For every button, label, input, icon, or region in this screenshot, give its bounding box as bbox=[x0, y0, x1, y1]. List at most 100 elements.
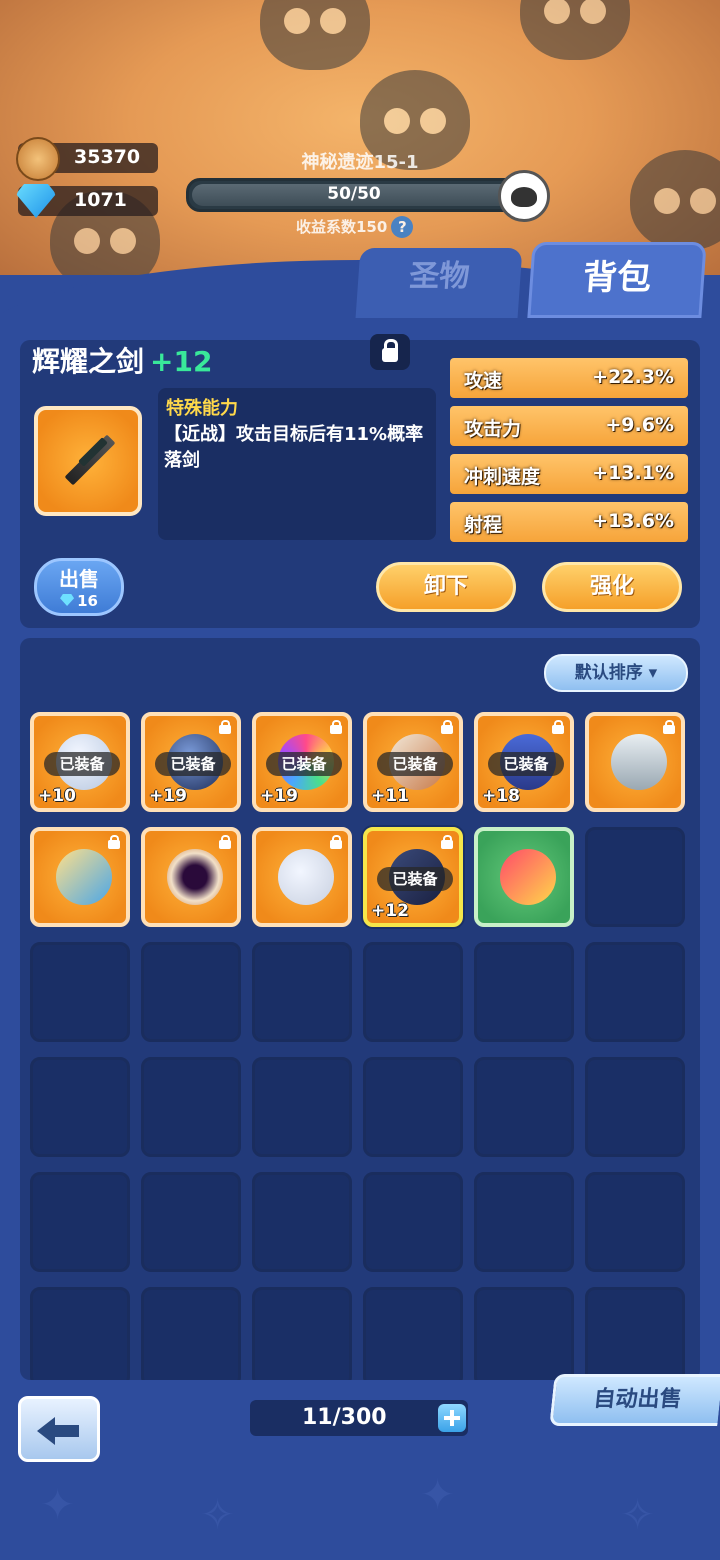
party-popper-icon bbox=[500, 849, 556, 905]
inventory-slot[interactable] bbox=[252, 827, 352, 927]
black-hole-icon bbox=[167, 849, 223, 905]
inventory-slot[interactable] bbox=[474, 827, 574, 927]
empty-slot[interactable] bbox=[30, 1057, 130, 1157]
back-button[interactable] bbox=[18, 1396, 100, 1462]
inventory-grid: 默认排序 ▾ 已装备 +10 已装备 +19 已装备 +19 已装备 +11 已装备 +18 已装备… bbox=[20, 638, 700, 1380]
diamond-icon bbox=[16, 184, 56, 218]
item-title: 辉耀之剑 +12 bbox=[32, 340, 212, 380]
empty-slot[interactable] bbox=[30, 1287, 130, 1380]
empty-slot[interactable] bbox=[474, 1057, 574, 1157]
inventory-slot[interactable]: 已装备 +18 bbox=[474, 712, 574, 812]
inventory-slot[interactable] bbox=[30, 827, 130, 927]
empty-slot[interactable] bbox=[252, 1057, 352, 1157]
equipped-badge: 已装备 bbox=[377, 752, 453, 776]
sell-label: 出售 bbox=[59, 567, 99, 591]
equipped-badge: 已装备 bbox=[266, 752, 342, 776]
empty-slot[interactable] bbox=[30, 942, 130, 1042]
empty-slot[interactable] bbox=[585, 1172, 685, 1272]
empty-slot[interactable] bbox=[141, 1057, 241, 1157]
auto-sell-button[interactable]: 自动出售 bbox=[549, 1374, 720, 1426]
lock-icon bbox=[440, 720, 454, 734]
lock-icon bbox=[551, 720, 565, 734]
skeleton-cat-enemy bbox=[520, 0, 630, 60]
item-level: +12 bbox=[150, 345, 213, 378]
upgrade-button[interactable]: 强化 bbox=[542, 562, 682, 612]
capacity-text: 11/300 bbox=[302, 1405, 387, 1430]
diamond-icon bbox=[60, 594, 75, 606]
wave-progress-bar: 50/50 bbox=[186, 178, 522, 212]
inventory-slot[interactable] bbox=[141, 827, 241, 927]
wave-progress-text: 50/50 bbox=[327, 184, 381, 204]
inventory-slot[interactable]: 已装备 +12 bbox=[363, 827, 463, 927]
empty-slot[interactable] bbox=[252, 1172, 352, 1272]
lock-icon bbox=[329, 835, 343, 849]
empty-slot[interactable] bbox=[585, 942, 685, 1042]
megaphone-icon bbox=[278, 849, 334, 905]
empty-slot[interactable] bbox=[141, 942, 241, 1042]
bag-capacity: 11/300 bbox=[250, 1400, 468, 1436]
equipped-badge: 已装备 bbox=[44, 752, 120, 776]
empty-slot[interactable] bbox=[252, 942, 352, 1042]
empty-slot[interactable] bbox=[141, 1287, 241, 1380]
empty-slot[interactable] bbox=[474, 942, 574, 1042]
inventory-slot[interactable]: 已装备 +11 bbox=[363, 712, 463, 812]
tab-backpack[interactable]: 背包 bbox=[527, 242, 707, 318]
empty-slot[interactable] bbox=[363, 942, 463, 1042]
item-portrait bbox=[34, 406, 142, 516]
empty-slot[interactable] bbox=[585, 827, 685, 927]
empty-slot[interactable] bbox=[474, 1172, 574, 1272]
sell-button[interactable]: 出售 16 bbox=[34, 558, 124, 616]
stat-name: 攻速 bbox=[464, 370, 503, 392]
empty-slot[interactable] bbox=[585, 1057, 685, 1157]
lock-icon bbox=[440, 835, 454, 849]
stage-name: 神秘遗迹15-1 bbox=[301, 152, 419, 173]
equipped-badge: 已装备 bbox=[155, 752, 231, 776]
lock-icon[interactable] bbox=[370, 334, 410, 370]
empty-slot[interactable] bbox=[585, 1287, 685, 1380]
back-arrow-shaft bbox=[53, 1425, 79, 1437]
inventory-slot[interactable]: 已装备 +10 bbox=[30, 712, 130, 812]
inventory-slot[interactable]: 已装备 +19 bbox=[141, 712, 241, 812]
help-icon[interactable]: ? bbox=[391, 216, 414, 238]
stat-value: +9.6% bbox=[605, 414, 674, 436]
stat-row: 攻速 +22.3% bbox=[450, 358, 688, 398]
empty-slot[interactable] bbox=[30, 1172, 130, 1272]
stat-value: +13.1% bbox=[592, 462, 674, 484]
expand-plus-icon[interactable] bbox=[438, 1404, 466, 1432]
stat-value: +13.6% bbox=[592, 510, 674, 532]
tornado-icon bbox=[611, 734, 667, 790]
empty-slot[interactable] bbox=[252, 1287, 352, 1380]
equipped-badge: 已装备 bbox=[377, 867, 453, 891]
sort-label: 默认排序 bbox=[574, 663, 643, 683]
sell-price: 16 bbox=[37, 592, 121, 610]
sell-price-value: 16 bbox=[77, 592, 98, 610]
empty-slot[interactable] bbox=[363, 1287, 463, 1380]
lock-icon bbox=[218, 835, 232, 849]
decor-icon: ✧ bbox=[620, 1490, 656, 1539]
decor-icon: ✦ bbox=[420, 1470, 456, 1519]
inventory-slot[interactable]: 已装备 +19 bbox=[252, 712, 352, 812]
inventory-slot[interactable] bbox=[585, 712, 685, 812]
slot-level: +10 bbox=[38, 786, 76, 806]
rocket-icon bbox=[56, 849, 112, 905]
empty-slot[interactable] bbox=[141, 1172, 241, 1272]
stat-name: 射程 bbox=[464, 514, 503, 536]
lock-icon bbox=[107, 835, 121, 849]
tab-relics[interactable]: 圣物 bbox=[355, 248, 523, 318]
slot-level: +19 bbox=[149, 786, 187, 806]
unequip-button[interactable]: 卸下 bbox=[376, 562, 516, 612]
sort-dropdown[interactable]: 默认排序 ▾ bbox=[544, 654, 688, 692]
slot-level: +18 bbox=[482, 786, 520, 806]
income-coefficient: 收益系数150? bbox=[296, 216, 414, 238]
gem-amount: 1071 bbox=[74, 189, 127, 211]
special-ability-box: 特殊能力 【近战】攻击目标后有11%概率落剑 bbox=[158, 388, 436, 540]
empty-slot[interactable] bbox=[363, 1172, 463, 1272]
ability-title: 特殊能力 bbox=[166, 398, 238, 419]
empty-slot[interactable] bbox=[363, 1057, 463, 1157]
stat-row: 冲刺速度 +13.1% bbox=[450, 454, 688, 494]
item-name: 辉耀之剑 bbox=[32, 345, 145, 378]
income-text: 收益系数150 bbox=[296, 218, 388, 236]
empty-slot[interactable] bbox=[474, 1287, 574, 1380]
decor-icon: ✧ bbox=[200, 1490, 236, 1539]
stat-row: 射程 +13.6% bbox=[450, 502, 688, 542]
